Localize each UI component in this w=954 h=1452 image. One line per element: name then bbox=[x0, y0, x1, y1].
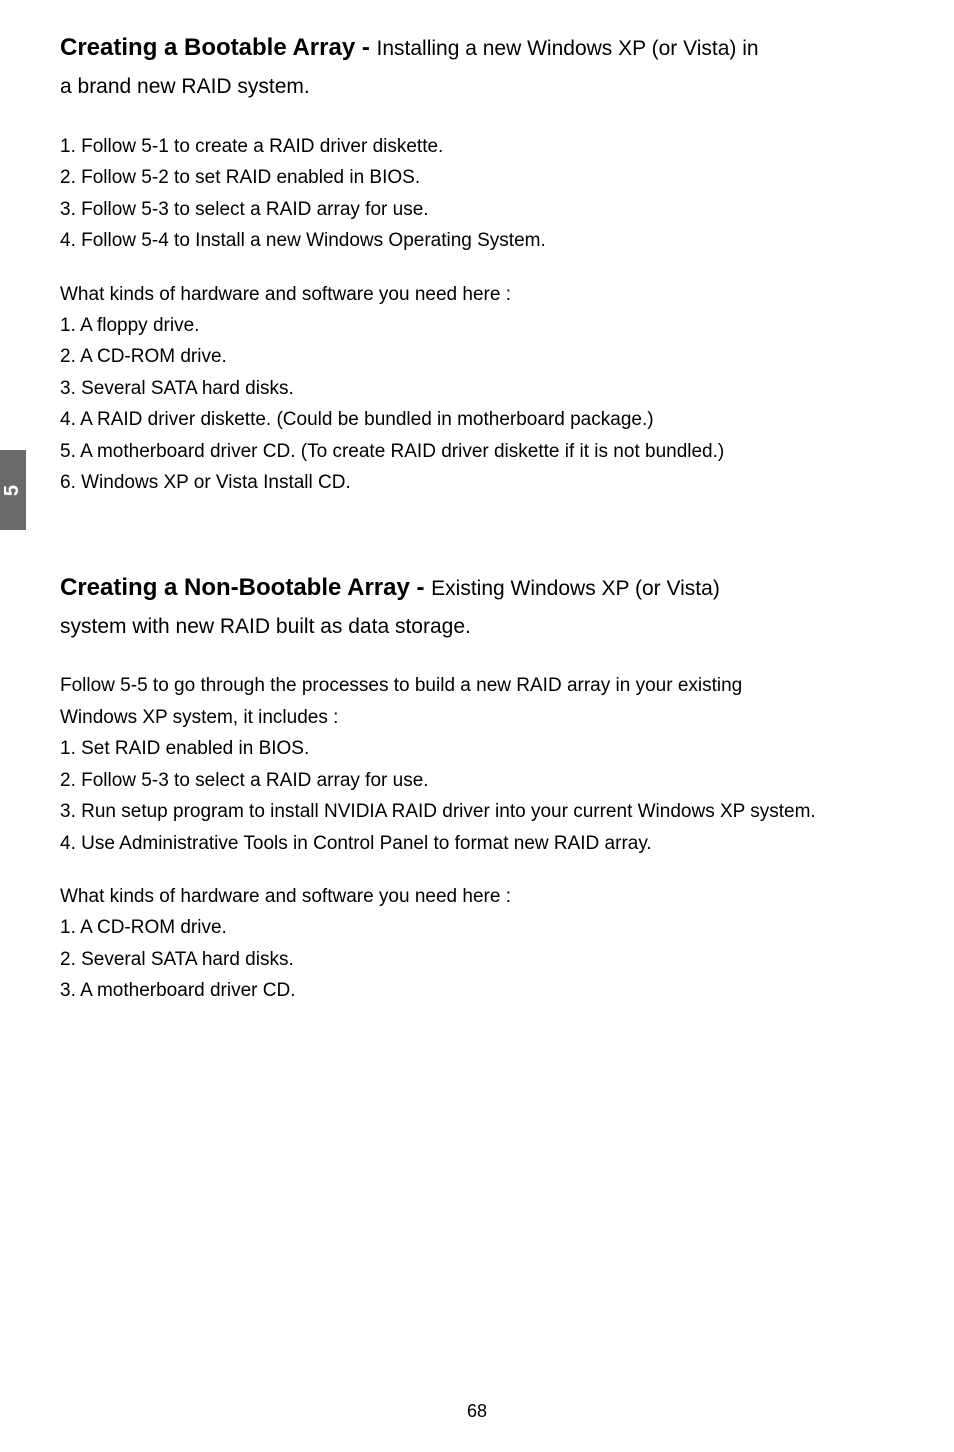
section2-subline: system with new RAID built as data stora… bbox=[60, 608, 904, 646]
list-item: 2. A CD-ROM drive. bbox=[60, 342, 904, 371]
section1-heading-bold: Creating a Bootable Array - bbox=[60, 34, 377, 61]
list-item: 3. Follow 5-3 to select a RAID array for… bbox=[60, 195, 904, 224]
list-item: 1. Set RAID enabled in BIOS. bbox=[60, 734, 904, 763]
section1-steps: 1. Follow 5-1 to create a RAID driver di… bbox=[60, 132, 904, 256]
section1-heading: Creating a Bootable Array - Installing a… bbox=[60, 30, 904, 66]
list-item: 3. Run setup program to install NVIDIA R… bbox=[60, 797, 904, 826]
section2-heading-bold: Creating a Non-Bootable Array - bbox=[60, 574, 431, 601]
list-item: 1. A CD-ROM drive. bbox=[60, 913, 904, 942]
page-content: Creating a Bootable Array - Installing a… bbox=[60, 30, 904, 1006]
section2-heading: Creating a Non-Bootable Array - Existing… bbox=[60, 570, 904, 606]
list-item: 5. A motherboard driver CD. (To create R… bbox=[60, 437, 904, 466]
list-item: 3. A motherboard driver CD. bbox=[60, 976, 904, 1005]
list-item: 2. Follow 5-3 to select a RAID array for… bbox=[60, 766, 904, 795]
list-item: 4. A RAID driver diskette. (Could be bun… bbox=[60, 405, 904, 434]
section2-heading-rest: Existing Windows XP (or Vista) bbox=[431, 577, 720, 600]
section1-heading-rest: Installing a new Windows XP (or Vista) i… bbox=[377, 37, 759, 60]
section2-needs: 1. A CD-ROM drive. 2. Several SATA hard … bbox=[60, 913, 904, 1005]
section2-needs-intro: What kinds of hardware and software you … bbox=[60, 882, 904, 911]
section1-needs-intro: What kinds of hardware and software you … bbox=[60, 280, 904, 309]
list-item: 1. A floppy drive. bbox=[60, 311, 904, 340]
list-item: 6. Windows XP or Vista Install CD. bbox=[60, 468, 904, 497]
section1-subline: a brand new RAID system. bbox=[60, 68, 904, 106]
section2-intro1: Follow 5-5 to go through the processes t… bbox=[60, 671, 904, 700]
section1-needs: 1. A floppy drive. 2. A CD-ROM drive. 3.… bbox=[60, 311, 904, 498]
list-item: 3. Several SATA hard disks. bbox=[60, 374, 904, 403]
page-number: 68 bbox=[0, 1401, 954, 1422]
list-item: 4. Use Administrative Tools in Control P… bbox=[60, 829, 904, 858]
list-item: 2. Several SATA hard disks. bbox=[60, 945, 904, 974]
list-item: 1. Follow 5-1 to create a RAID driver di… bbox=[60, 132, 904, 161]
section2-steps: 1. Set RAID enabled in BIOS. 2. Follow 5… bbox=[60, 734, 904, 858]
list-item: 2. Follow 5-2 to set RAID enabled in BIO… bbox=[60, 163, 904, 192]
section2-intro2: Windows XP system, it includes : bbox=[60, 703, 904, 732]
side-tab: 5 bbox=[0, 450, 26, 530]
list-item: 4. Follow 5-4 to Install a new Windows O… bbox=[60, 226, 904, 255]
side-tab-label: 5 bbox=[2, 484, 25, 495]
